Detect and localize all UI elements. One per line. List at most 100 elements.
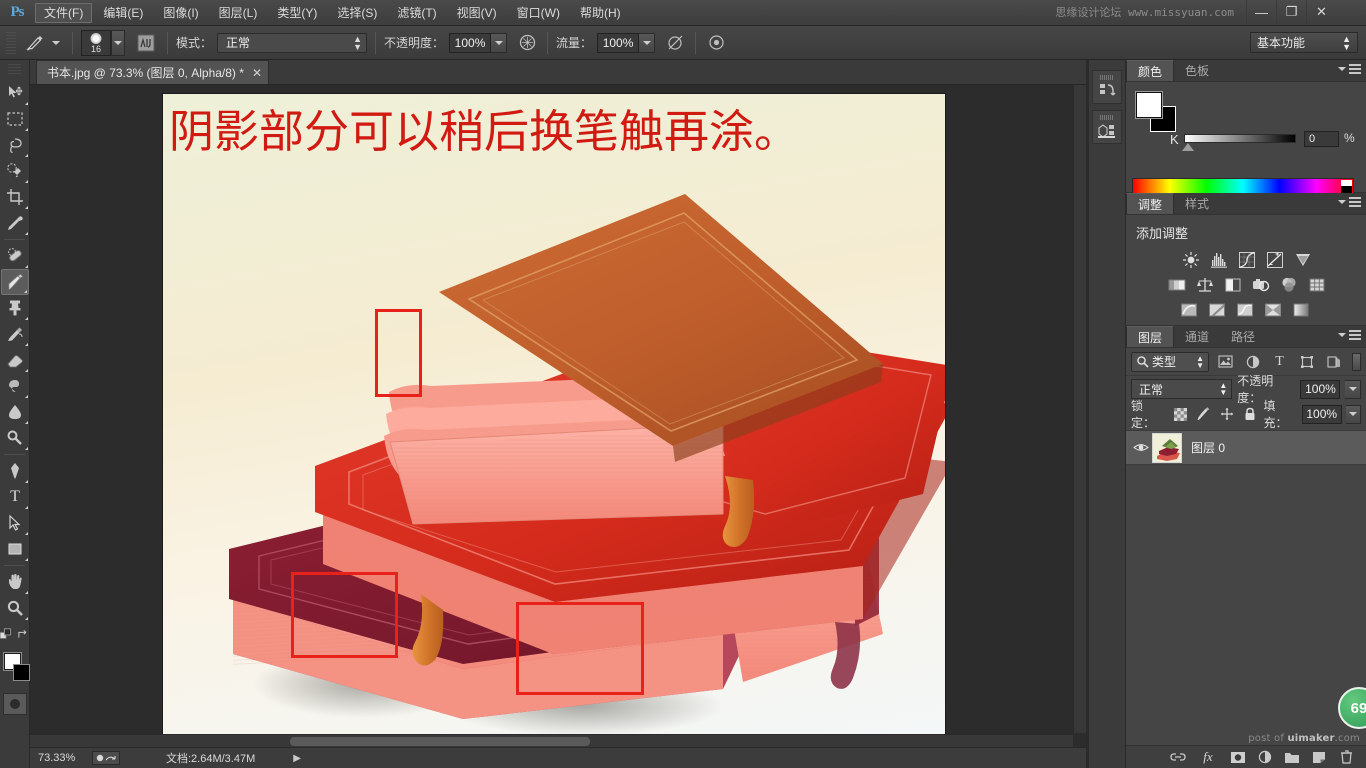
scrollbar-thumb[interactable] <box>290 737 590 746</box>
layer-visibility-icon[interactable] <box>1130 442 1152 453</box>
tab-styles[interactable]: 样式 <box>1174 193 1221 214</box>
color-panel-foreground-swatch[interactable] <box>1136 92 1162 118</box>
k-channel-input[interactable]: 0 <box>1304 131 1339 147</box>
threshold-icon[interactable] <box>1234 300 1256 320</box>
blur-tool[interactable] <box>1 399 29 425</box>
type-filter-icon[interactable]: T <box>1269 352 1290 372</box>
path-selection-tool[interactable] <box>1 510 29 536</box>
lock-position-icon[interactable] <box>1217 405 1236 423</box>
layer-fill-input[interactable]: 100% <box>1301 404 1342 424</box>
lock-transparent-icon[interactable] <box>1171 405 1190 423</box>
background-color-swatch[interactable] <box>13 664 30 681</box>
pen-tool[interactable] <box>1 458 29 484</box>
move-tool[interactable] <box>1 80 29 106</box>
layer-fill-dropdown[interactable] <box>1345 404 1361 424</box>
tab-layers[interactable]: 图层 <box>1126 326 1175 347</box>
brightness-contrast-icon[interactable] <box>1180 250 1202 270</box>
tab-adjustments[interactable]: 调整 <box>1126 193 1175 214</box>
menu-view[interactable]: 视图(V) <box>448 3 506 23</box>
hand-tool[interactable] <box>1 569 29 595</box>
history-brush-tool[interactable] <box>1 321 29 347</box>
menu-layer[interactable]: 图层(L) <box>210 3 267 23</box>
k-channel-slider-thumb[interactable] <box>1182 143 1194 151</box>
default-colors-icon[interactable] <box>0 628 12 642</box>
airbrush-icon[interactable] <box>515 31 539 55</box>
posterize-icon[interactable] <box>1206 300 1228 320</box>
menu-help[interactable]: 帮助(H) <box>571 3 630 23</box>
brush-panel-icon[interactable] <box>133 31 159 55</box>
adjustments-panel-menu-button[interactable] <box>1338 197 1361 207</box>
layer-blend-mode-select[interactable]: 正常 ▲ ▼ <box>1131 379 1233 399</box>
canvas-scrollbar-vertical[interactable] <box>1073 85 1086 733</box>
color-lookup-icon[interactable] <box>1306 275 1328 295</box>
link-layers-icon[interactable] <box>1170 749 1186 765</box>
channel-mixer-icon[interactable] <box>1278 275 1300 295</box>
layer-opacity-dropdown[interactable] <box>1345 379 1361 399</box>
lasso-tool[interactable] <box>1 132 29 158</box>
pixel-filter-icon[interactable] <box>1215 352 1236 372</box>
selective-color-icon[interactable] <box>1290 300 1312 320</box>
tab-swatches[interactable]: 色板 <box>1174 60 1221 81</box>
tab-color[interactable]: 颜色 <box>1126 60 1175 81</box>
menu-filter[interactable]: 滤镜(T) <box>388 3 445 23</box>
opacity-dropdown[interactable] <box>491 32 508 53</box>
window-minimize-button[interactable]: — <box>1246 0 1276 24</box>
layer-opacity-input[interactable]: 100% <box>1300 379 1341 399</box>
quick-selection-tool[interactable] <box>1 158 29 184</box>
menu-select[interactable]: 选择(S) <box>328 3 386 23</box>
artboard[interactable]: 阴影部分可以稍后换笔触再涂。 <box>163 94 945 740</box>
lock-image-icon[interactable] <box>1194 405 1213 423</box>
eraser-tool[interactable] <box>1 347 29 373</box>
menu-window[interactable]: 窗口(W) <box>508 3 569 23</box>
delete-layer-icon[interactable] <box>1338 749 1354 765</box>
color-swatches[interactable] <box>0 651 30 687</box>
new-layer-icon[interactable] <box>1311 749 1327 765</box>
tab-paths[interactable]: 路径 <box>1220 326 1267 347</box>
menu-type[interactable]: 类型(Y) <box>268 3 326 23</box>
dodge-tool[interactable] <box>1 425 29 451</box>
invert-icon[interactable] <box>1178 300 1200 320</box>
canvas-scrollbar-horizontal[interactable] <box>30 734 1073 747</box>
canvas-area[interactable]: 阴影部分可以稍后换笔触再涂。 <box>30 85 1086 747</box>
brush-preset-dropdown[interactable] <box>111 29 125 56</box>
layer-filter-toggle[interactable] <box>1352 352 1361 371</box>
vibrance-icon[interactable] <box>1292 250 1314 270</box>
gradient-map-icon[interactable] <box>1262 300 1284 320</box>
tools-panel-grip[interactable] <box>8 64 21 76</box>
hue-saturation-icon[interactable] <box>1166 275 1188 295</box>
menu-image[interactable]: 图像(I) <box>154 3 207 23</box>
exposure-icon[interactable] <box>1264 250 1286 270</box>
zoom-level-value[interactable]: 73.33% <box>38 752 92 764</box>
smart-object-filter-icon[interactable] <box>1323 352 1344 372</box>
crop-tool[interactable] <box>1 184 29 210</box>
zoom-tool[interactable] <box>1 595 29 621</box>
workspace-switcher[interactable]: 基本功能 ▲ ▼ <box>1250 32 1358 53</box>
flow-dropdown[interactable] <box>639 32 656 53</box>
swap-colors-icon[interactable] <box>18 629 29 641</box>
new-group-icon[interactable] <box>1284 749 1300 765</box>
brush-preset-caret[interactable] <box>48 40 64 45</box>
eyedropper-tool[interactable] <box>1 210 29 236</box>
menu-file[interactable]: 文件(F) <box>35 2 93 23</box>
type-tool[interactable]: T <box>1 484 29 510</box>
brush-preset-picker[interactable]: 16 <box>81 29 111 56</box>
rectangle-tool[interactable] <box>1 536 29 562</box>
flow-input[interactable]: 100% <box>597 32 640 53</box>
mini-bridge-panel-icon[interactable] <box>1092 110 1122 144</box>
menu-edit[interactable]: 编辑(E) <box>94 3 152 23</box>
lock-all-icon[interactable] <box>1240 405 1259 423</box>
clone-stamp-tool[interactable] <box>1 295 29 321</box>
table-row[interactable]: 图层 0 <box>1126 431 1366 465</box>
options-bar-grip[interactable] <box>6 31 16 54</box>
pressure-opacity-icon[interactable] <box>663 31 687 55</box>
window-maximize-button[interactable]: ❐ <box>1276 0 1306 24</box>
status-menu-arrow-icon[interactable]: ▶ <box>293 753 301 764</box>
color-panel-menu-button[interactable] <box>1338 64 1361 74</box>
adjustment-filter-icon[interactable] <box>1242 352 1263 372</box>
add-mask-icon[interactable] <box>1230 749 1246 765</box>
blend-mode-select[interactable]: 正常 ▲ ▼ <box>217 32 368 53</box>
healing-brush-tool[interactable] <box>1 243 29 269</box>
shape-filter-icon[interactable] <box>1296 352 1317 372</box>
history-panel-icon[interactable] <box>1092 70 1122 104</box>
tab-channels[interactable]: 通道 <box>1174 326 1221 347</box>
